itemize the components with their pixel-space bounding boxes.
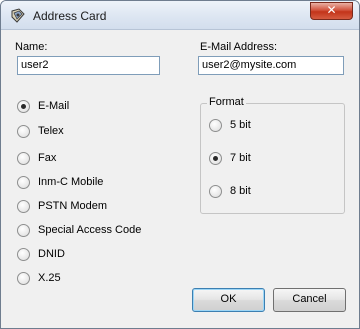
radio-button[interactable] [209,184,222,198]
radio-button[interactable] [17,223,30,237]
radio-5-bit[interactable]: 5 bit [209,117,251,133]
radio-special-access-code[interactable]: Special Access Code [17,222,141,238]
radio-label: E-Mail [38,100,70,112]
radio-button[interactable] [17,247,30,261]
window-title: Address Card [33,9,107,23]
radio-button[interactable] [209,118,222,132]
radio-label: 5 bit [230,119,251,131]
radio-label: Telex [38,125,64,137]
radio-8-bit[interactable]: 8 bit [209,183,251,199]
radio-label: X.25 [38,272,61,284]
format-group-title: Format [207,96,246,108]
radio-label: DNID [38,248,65,260]
radio-pstn-modem[interactable]: PSTN Modem [17,198,107,214]
close-icon: ✕ [326,3,337,17]
address-card-dialog: Address Card ✕ Name: user2 E-Mail Addres… [0,0,360,329]
radio-label: Fax [38,152,57,164]
radio-button[interactable] [209,151,222,165]
radio-label: 8 bit [230,185,251,197]
radio-button[interactable] [17,175,30,189]
ok-button[interactable]: OK [192,288,265,312]
radio-button[interactable] [17,99,30,113]
radio-dnid[interactable]: DNID [17,246,65,262]
radio-inm-c-mobile[interactable]: Inm-C Mobile [17,174,103,190]
radio-button[interactable] [17,124,30,138]
radio-label: Special Access Code [38,224,142,236]
radio-button[interactable] [17,199,30,213]
radio-label: PSTN Modem [38,200,108,212]
radio-label: Inm-C Mobile [38,176,104,188]
name-label: Name: [15,41,48,53]
name-field[interactable]: user2 [17,56,160,75]
close-button[interactable]: ✕ [310,2,353,20]
radio-label: 7 bit [230,152,251,164]
radio-button[interactable] [17,151,30,165]
email-field[interactable]: user2@mysite.com [198,56,344,75]
radio-email[interactable]: E-Mail [17,98,69,114]
title-bar[interactable]: Address Card ✕ [1,1,359,30]
radio-7-bit[interactable]: 7 bit [209,150,251,166]
radio-telex[interactable]: Telex [17,123,64,139]
radio-button[interactable] [17,271,30,285]
radio-fax[interactable]: Fax [17,150,56,166]
cancel-button[interactable]: Cancel [273,288,346,312]
email-label: E-Mail Address: [200,41,278,53]
radio-x25[interactable]: X.25 [17,270,61,286]
app-icon [11,8,25,23]
dialog-body: Name: user2 E-Mail Address: user2@mysite… [9,31,351,322]
